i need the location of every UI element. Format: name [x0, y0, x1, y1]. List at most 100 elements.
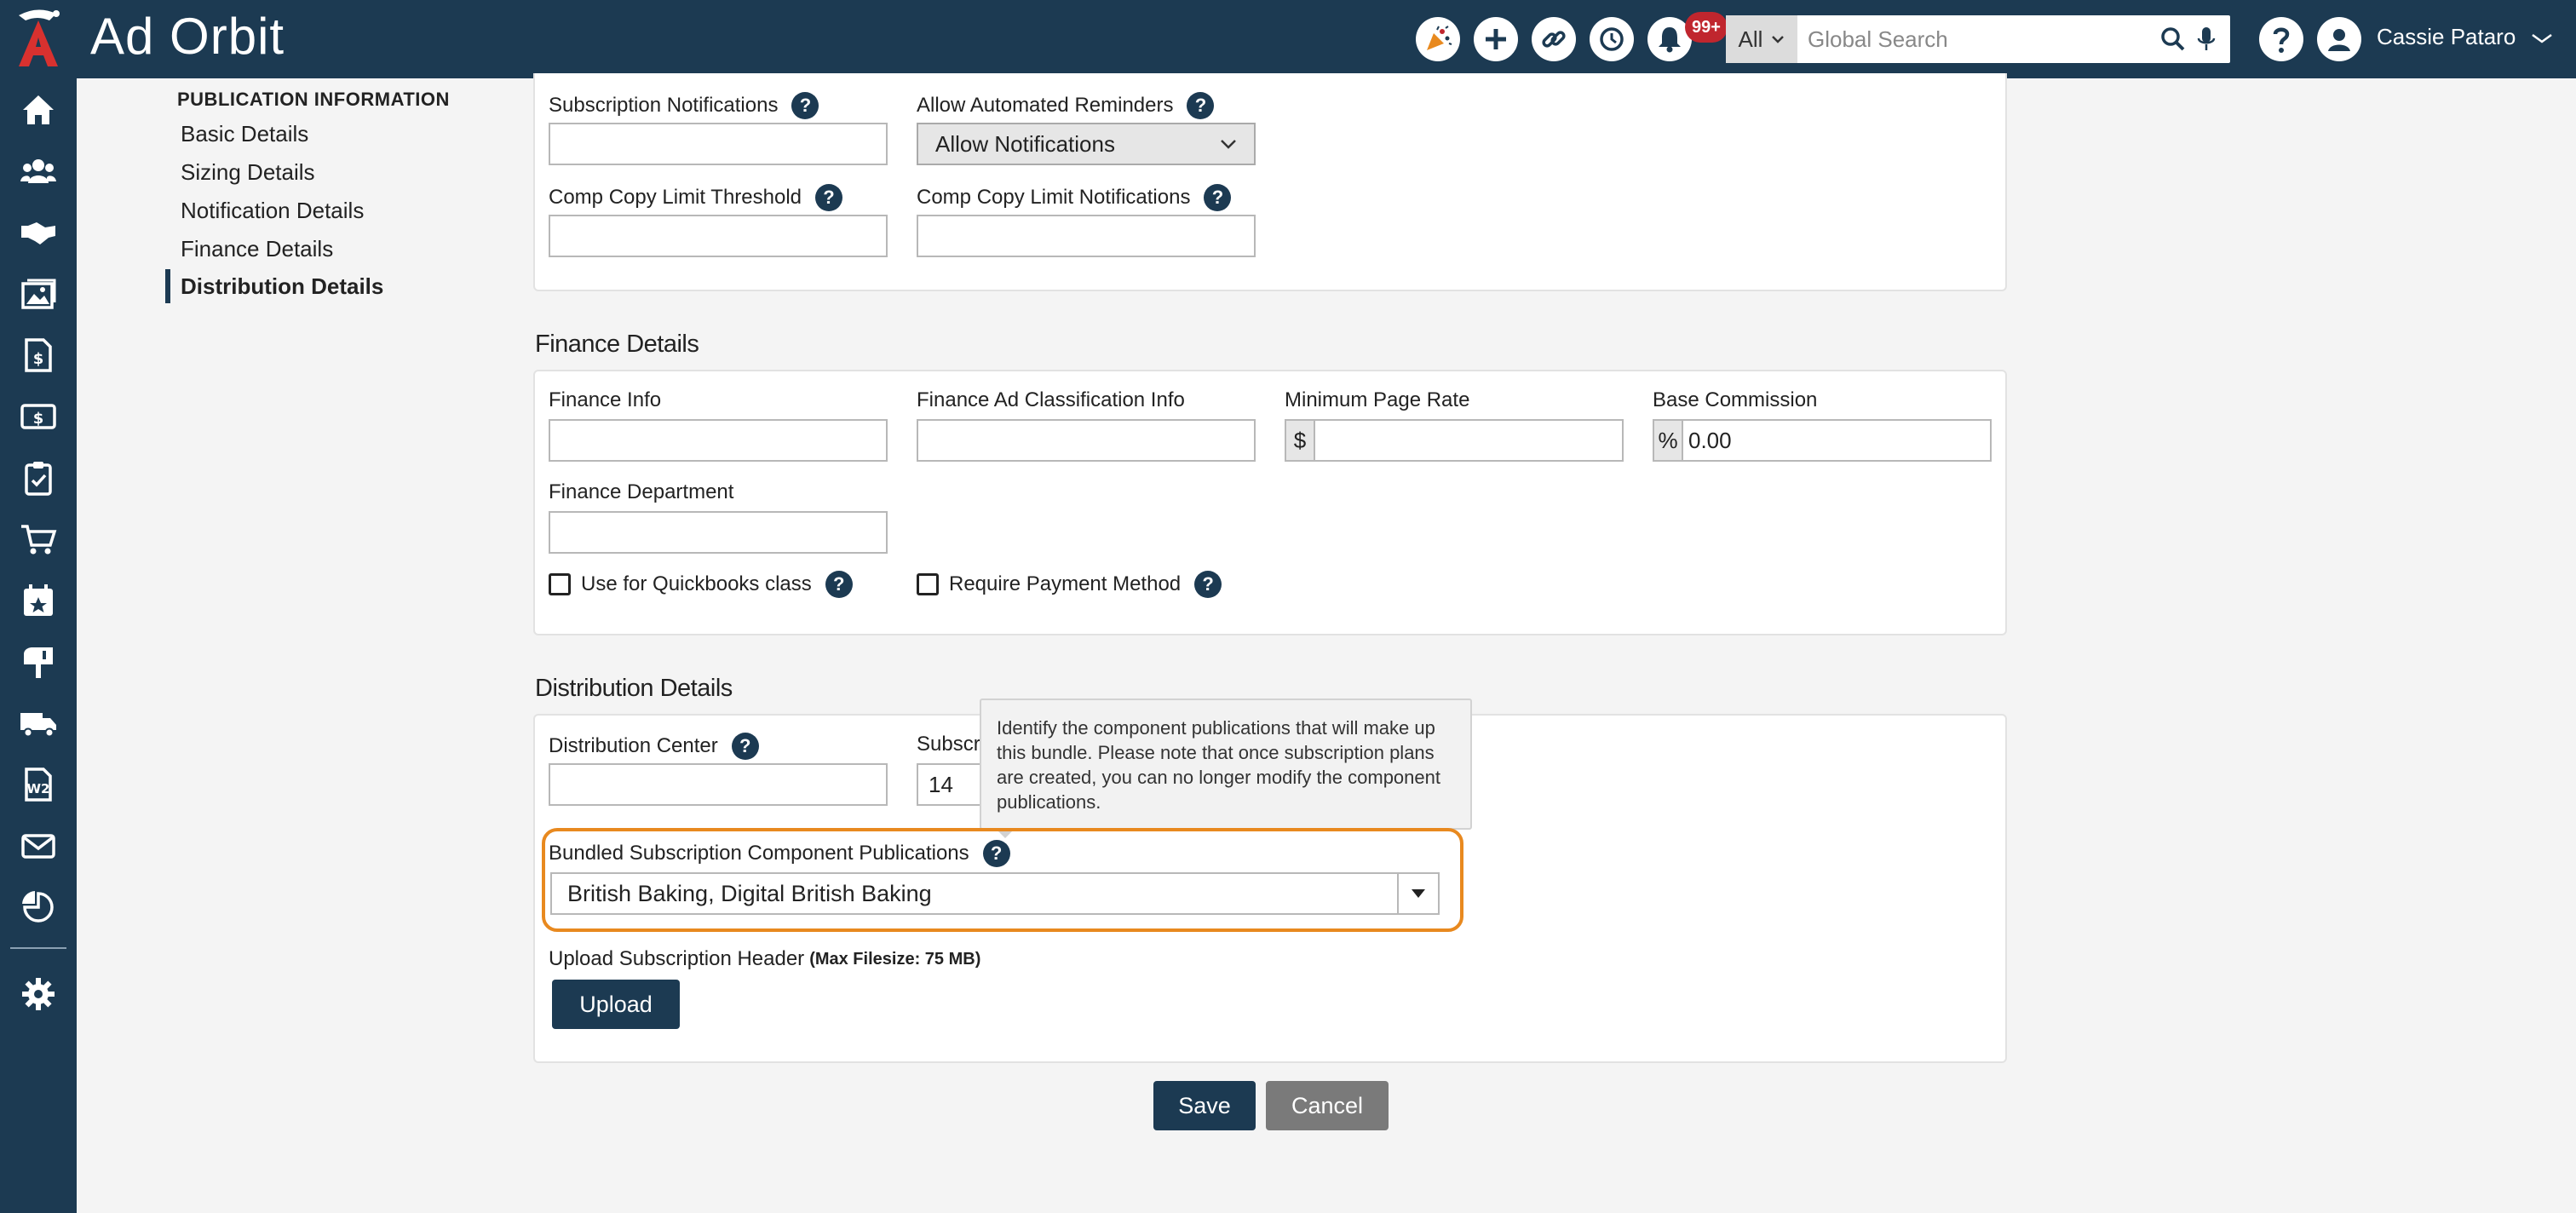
svg-text:$: $ [33, 350, 44, 368]
search-scope-value: All [1738, 26, 1763, 52]
chevron-down-icon [1221, 140, 1236, 149]
minimum-page-rate-input[interactable] [1314, 419, 1624, 462]
base-commission-input[interactable]: 0.00 [1682, 419, 1992, 462]
w2-form-icon[interactable]: W2 [17, 763, 60, 806]
label-text: Upload Subscription Header [549, 947, 805, 970]
help-icon[interactable]: ? [791, 92, 819, 119]
comp-copy-threshold-input[interactable] [549, 215, 888, 257]
notification-count-badge: 99+ [1685, 12, 1728, 43]
comp-copy-threshold-label: Comp Copy Limit Threshold ? [549, 184, 843, 211]
global-search: All [1726, 15, 2230, 63]
allow-reminders-value: Allow Notifications [935, 130, 1115, 157]
quickbooks-checkbox-row[interactable]: Use for Quickbooks class ? [549, 571, 853, 598]
distribution-details-title: Distribution Details [535, 675, 733, 702]
subscription-field-label: Subscr [917, 733, 980, 756]
search-scope-select[interactable]: All [1726, 15, 1797, 63]
chevron-down-icon [2531, 33, 2552, 43]
base-commission-label: Base Commission [1653, 388, 1818, 411]
contacts-icon[interactable] [17, 150, 60, 193]
calendar-icon[interactable] [17, 579, 60, 622]
dropdown-toggle[interactable] [1397, 874, 1438, 913]
help-icon[interactable]: ? [1204, 184, 1232, 211]
distribution-center-label: Distribution Center ? [549, 733, 759, 760]
label-text: Subscription Notifications [549, 94, 779, 117]
checklist-icon[interactable] [17, 457, 60, 499]
help-icon[interactable]: ? [982, 840, 1010, 867]
search-input[interactable] [1808, 15, 2165, 63]
require-payment-label: Require Payment Method [949, 572, 1182, 595]
label-text: Bundled Subscription Component Publicati… [549, 842, 969, 865]
finance-info-input[interactable] [549, 419, 888, 462]
finance-ad-classification-label: Finance Ad Classification Info [917, 388, 1185, 411]
cart-icon[interactable] [17, 518, 60, 561]
subnav-item-finance-details[interactable]: Finance Details [181, 236, 333, 262]
subnav-active-indicator [165, 269, 170, 303]
subnav-item-sizing-details[interactable]: Sizing Details [181, 159, 315, 186]
brand-name: Ad Orbit [90, 8, 285, 65]
finance-ad-classification-input[interactable] [917, 419, 1256, 462]
invoice-icon[interactable]: $ [17, 334, 60, 377]
handshake-icon[interactable] [17, 211, 60, 254]
bundled-publications-value: British Baking, Digital British Baking [567, 880, 932, 906]
settings-icon[interactable] [17, 973, 60, 1015]
currency-prefix: $ [1285, 419, 1315, 462]
finance-details-title: Finance Details [535, 331, 699, 358]
top-navigation-bar: Ad Orbit 99+ All Cassie Pataro [0, 0, 2576, 78]
label-text: Comp Copy Limit Notifications [917, 186, 1191, 209]
max-filesize-note: (Max Filesize: 75 MB) [809, 949, 981, 969]
help-icon[interactable]: ? [1194, 571, 1222, 598]
subscription-notifications-input[interactable] [549, 123, 888, 165]
minimum-page-rate-label: Minimum Page Rate [1285, 388, 1470, 411]
upload-button[interactable]: Upload [552, 980, 680, 1029]
search-icon[interactable] [2160, 26, 2186, 52]
finance-department-input[interactable] [549, 511, 888, 554]
analytics-icon[interactable] [17, 886, 60, 928]
bundled-publications-select[interactable]: British Baking, Digital British Baking [550, 872, 1440, 915]
subnav-header: PUBLICATION INFORMATION [177, 89, 450, 110]
images-icon[interactable] [17, 273, 60, 315]
billing-icon[interactable]: $ [17, 395, 60, 438]
user-name: Cassie Pataro [2377, 24, 2516, 49]
truck-icon[interactable] [17, 702, 60, 744]
svg-text:W2: W2 [27, 781, 50, 796]
user-avatar-icon[interactable] [2317, 17, 2361, 61]
help-icon[interactable]: ? [731, 733, 759, 760]
help-icon[interactable]: ? [815, 184, 843, 211]
distribution-center-input[interactable] [549, 763, 888, 806]
main-sidebar: $ $ W2 [0, 78, 77, 1213]
subscription-notifications-label: Subscription Notifications ? [549, 92, 819, 119]
caret-down-icon [1412, 889, 1425, 898]
help-icon[interactable] [2259, 17, 2303, 61]
allow-reminders-label: Allow Automated Reminders ? [917, 92, 1215, 119]
subnav-item-notification-details[interactable]: Notification Details [181, 198, 364, 224]
quickbooks-checkbox[interactable] [549, 573, 571, 595]
finance-info-label: Finance Info [549, 388, 662, 411]
mailbox-icon[interactable] [17, 641, 60, 683]
comp-copy-notifications-input[interactable] [917, 215, 1256, 257]
subnav-item-distribution-details[interactable]: Distribution Details [181, 273, 383, 300]
help-icon[interactable]: ? [1187, 92, 1215, 119]
allow-reminders-select[interactable]: Allow Notifications [917, 123, 1256, 165]
link-icon[interactable] [1532, 17, 1576, 61]
cancel-button[interactable]: Cancel [1266, 1081, 1389, 1130]
bundled-publications-tooltip: Identify the component publications that… [980, 698, 1472, 830]
microphone-icon[interactable] [2196, 26, 2217, 53]
user-menu[interactable]: Cassie Pataro [2377, 24, 2553, 50]
finance-department-label: Finance Department [549, 480, 734, 503]
home-icon[interactable] [17, 89, 60, 131]
percent-prefix: % [1653, 419, 1683, 462]
subnav-item-basic-details[interactable]: Basic Details [181, 121, 308, 147]
sidebar-divider [10, 947, 66, 949]
email-icon[interactable] [17, 825, 60, 867]
history-icon[interactable] [1590, 17, 1634, 61]
plus-icon[interactable] [1474, 17, 1518, 61]
adorbit-logo-icon[interactable] [12, 9, 65, 68]
label-text: Distribution Center [549, 734, 718, 757]
require-payment-checkbox[interactable] [917, 573, 939, 595]
upload-header-label: Upload Subscription Header (Max Filesize… [549, 947, 980, 971]
help-icon[interactable]: ? [825, 571, 853, 598]
save-button[interactable]: Save [1153, 1081, 1256, 1130]
party-popper-icon[interactable] [1416, 17, 1460, 61]
svg-text:$: $ [33, 410, 44, 428]
require-payment-checkbox-row[interactable]: Require Payment Method ? [917, 571, 1222, 598]
